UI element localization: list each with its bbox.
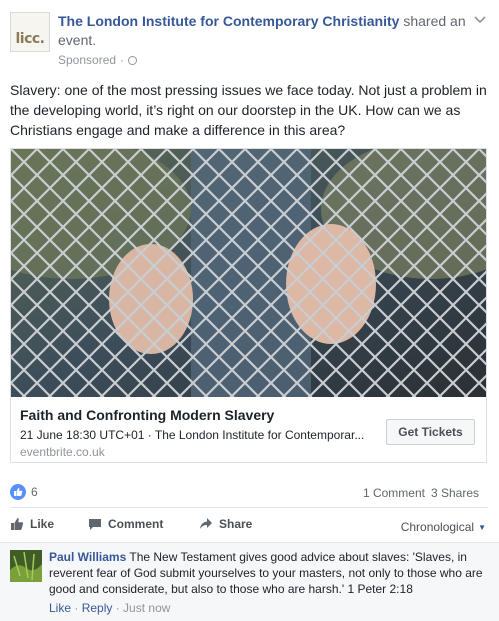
comment-bubble-icon [89,519,101,530]
like-label: Like [30,517,55,531]
comment-count-link[interactable]: 1 Comment [363,486,425,500]
page-avatar[interactable]: licc. [10,12,50,52]
comment-body: Paul Williams The New Testament gives go… [49,549,489,597]
event-domain: eventbrite.co.uk [20,445,105,459]
comment-label: Comment [108,517,164,531]
avatar-logo-text: licc. [15,31,45,47]
comment-actions: Like · Reply · Just now [49,601,170,615]
news-feed-post: licc. The London Institute for Contempor… [0,0,499,621]
comment-like-link[interactable]: Like [49,601,71,615]
divider [10,507,488,508]
comment-order-label: Chronological [400,520,475,534]
event-meta: 21 June 18:30 UTC+01 · The London Instit… [20,428,365,442]
like-button[interactable]: Like [10,517,54,531]
reaction-summary[interactable]: 6 [10,484,38,500]
like-count: 6 [31,485,38,499]
get-tickets-button[interactable]: Get Tickets [386,419,475,445]
separator-dot: · [112,601,124,615]
thumbs-up-icon [10,484,26,500]
share-button[interactable]: Share [199,517,252,531]
thumbs-up-icon [11,518,24,530]
comments-section: Paul Williams The New Testament gives go… [0,543,499,621]
share-count-link[interactable]: 3 Shares [431,486,479,500]
comment-timestamp[interactable]: Just now [123,601,170,615]
post-actions: Like Comment Share Chronological ▼ [10,517,488,537]
comment-order-dropdown[interactable]: Chronological ▼ [401,520,486,534]
post-message: Slavery: one of the most pressing issues… [10,82,487,138]
comment-button[interactable]: Comment [88,517,163,531]
avatar[interactable] [10,550,42,582]
share-arrow-icon [200,518,212,529]
link-info[interactable]: Faith and Confronting Modern Slavery 21 … [11,397,486,462]
comment-reply-link[interactable]: Reply [82,601,113,615]
separator-dot: · [71,601,82,615]
event-image[interactable] [11,149,486,397]
separator-dot: · [120,53,125,67]
sponsored-label: Sponsored · [58,53,138,67]
globe-icon [128,55,138,65]
share-label: Share [219,517,253,531]
sponsored-text[interactable]: Sponsored [58,53,116,67]
chevron-down-icon[interactable] [473,14,487,28]
event-title[interactable]: Faith and Confronting Modern Slavery [20,407,274,423]
link-preview-card[interactable]: Faith and Confronting Modern Slavery 21 … [10,148,487,463]
post-stats: 1 Comment 3 Shares [363,486,479,500]
commenter-name[interactable]: Paul Williams [49,550,126,564]
chevron-down-icon: ▼ [478,522,486,532]
page-name-link[interactable]: The London Institute for Contemporary Ch… [58,13,399,29]
post-header: The London Institute for Contemporary Ch… [58,12,468,50]
